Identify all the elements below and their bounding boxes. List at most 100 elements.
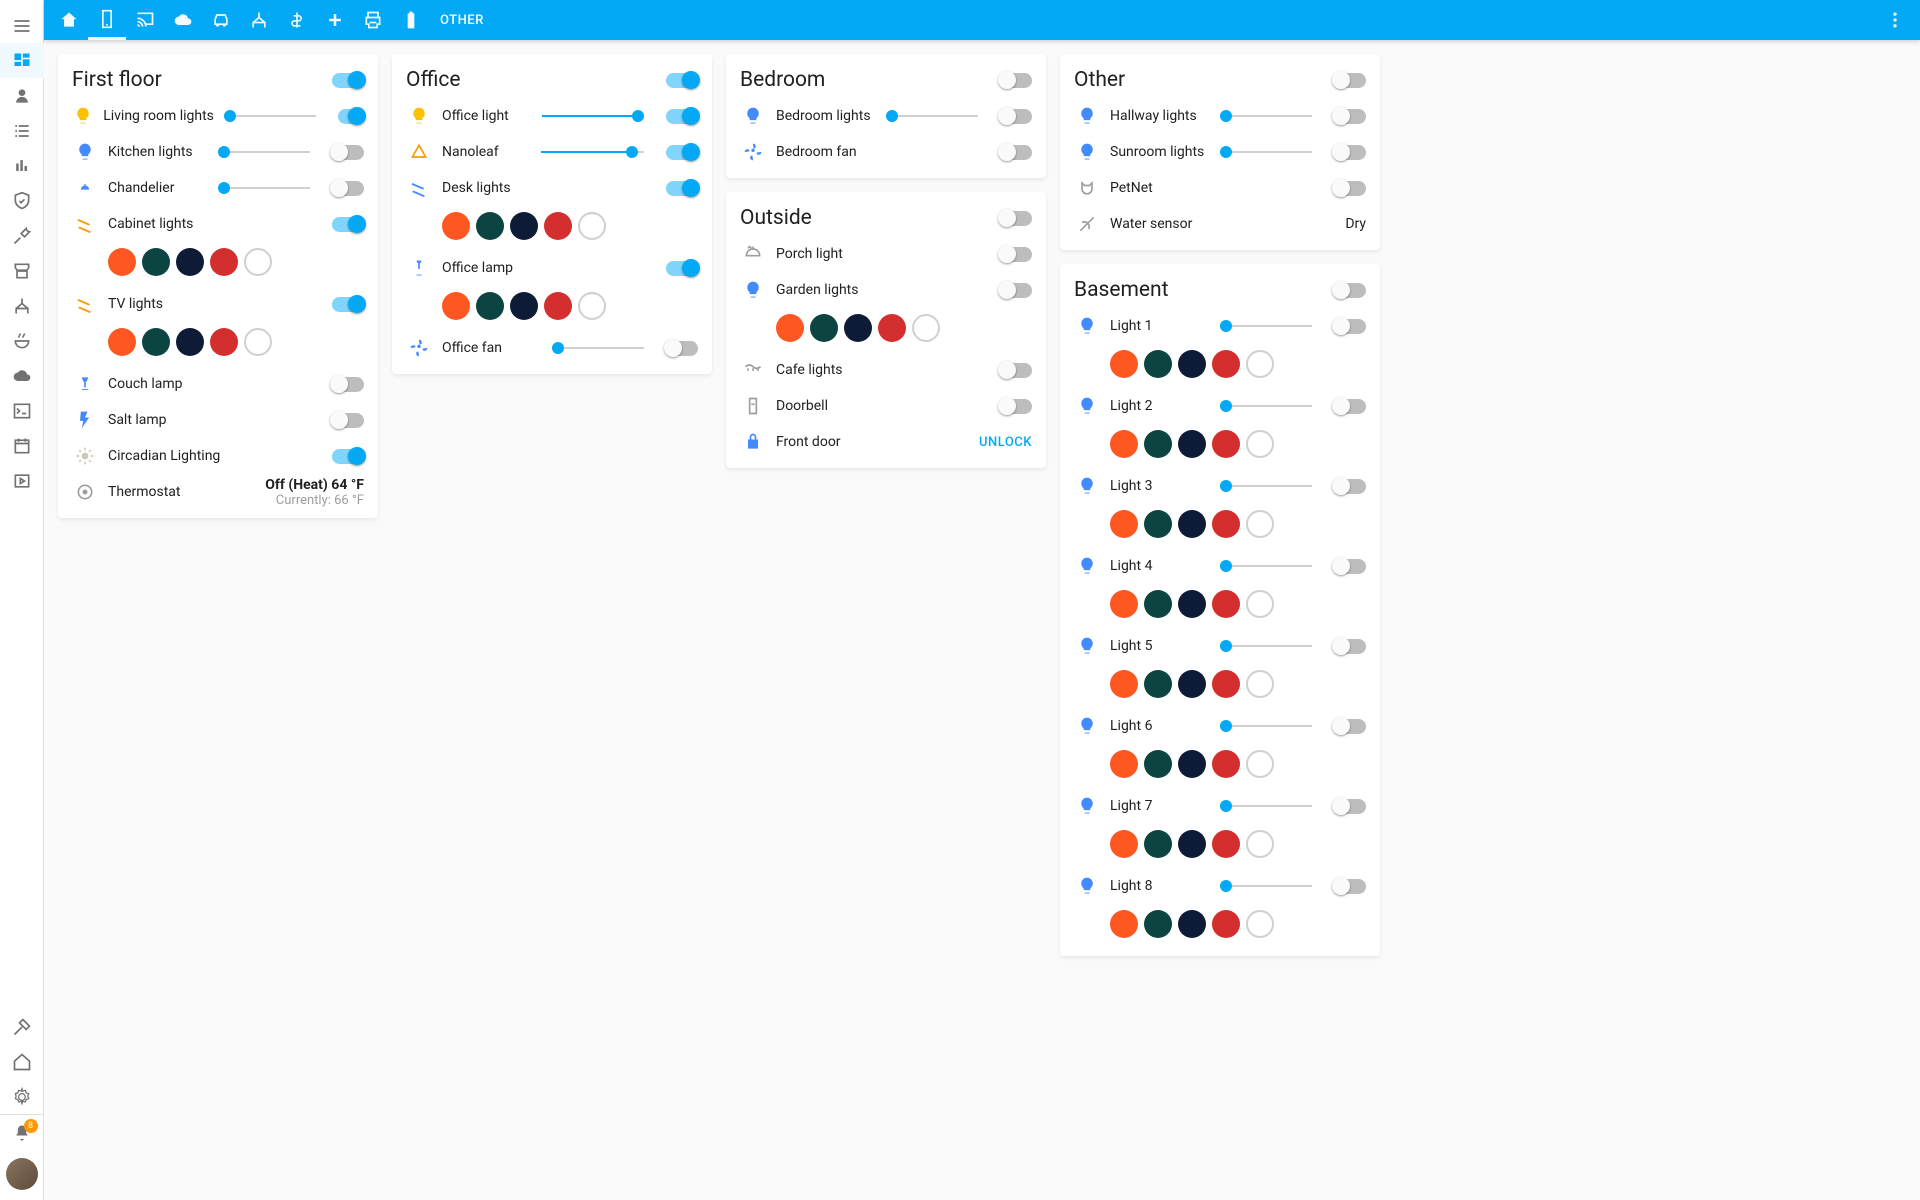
entity-toggle[interactable]	[1334, 479, 1366, 494]
entity-toggle[interactable]	[1334, 181, 1366, 196]
entity-label[interactable]: Light 2	[1110, 398, 1152, 414]
color-swatch[interactable]	[1144, 750, 1172, 778]
brightness-slider[interactable]	[886, 110, 978, 122]
brightness-slider[interactable]	[1220, 720, 1312, 732]
brightness-slider[interactable]	[1220, 146, 1312, 158]
entity-label[interactable]: Desk lights	[442, 180, 511, 196]
entity-toggle[interactable]	[1000, 399, 1032, 414]
color-swatch[interactable]	[776, 314, 804, 342]
color-swatch[interactable]	[476, 292, 504, 320]
user-avatar[interactable]	[6, 1158, 38, 1190]
entity-label[interactable]: Light 4	[1110, 558, 1152, 574]
color-swatch[interactable]	[1178, 670, 1206, 698]
color-swatch[interactable]	[1246, 350, 1274, 378]
color-swatch[interactable]	[176, 248, 204, 276]
entity-label[interactable]: Garden lights	[776, 282, 858, 298]
entity-toggle[interactable]	[1334, 319, 1366, 334]
brightness-slider[interactable]	[218, 182, 310, 194]
color-swatch[interactable]	[442, 212, 470, 240]
color-swatch[interactable]	[1246, 590, 1274, 618]
color-swatch[interactable]	[1144, 590, 1172, 618]
color-swatch[interactable]	[108, 328, 136, 356]
color-swatch[interactable]	[1212, 910, 1240, 938]
color-swatch[interactable]	[544, 292, 572, 320]
entity-toggle[interactable]	[1000, 109, 1032, 124]
entity-label[interactable]: Kitchen lights	[108, 144, 193, 160]
tab-other-label[interactable]: OTHER	[440, 13, 484, 28]
entity-label[interactable]: Cabinet lights	[108, 216, 193, 232]
color-swatch[interactable]	[844, 314, 872, 342]
rail-house-icon[interactable]	[0, 1044, 44, 1079]
color-swatch[interactable]	[108, 248, 136, 276]
color-swatch[interactable]	[878, 314, 906, 342]
color-swatch[interactable]	[176, 328, 204, 356]
entity-toggle[interactable]	[1000, 247, 1032, 262]
color-swatch[interactable]	[1110, 430, 1138, 458]
entity-label[interactable]: Light 8	[1110, 878, 1152, 894]
color-swatch[interactable]	[1144, 910, 1172, 938]
entity-label[interactable]: TV lights	[108, 296, 163, 312]
rail-bowl-icon[interactable]	[0, 323, 44, 358]
color-swatch[interactable]	[1246, 430, 1274, 458]
color-swatch[interactable]	[1144, 830, 1172, 858]
brightness-slider[interactable]	[1220, 400, 1312, 412]
tab-cast-icon[interactable]	[126, 0, 164, 40]
color-swatch[interactable]	[1178, 910, 1206, 938]
color-swatch[interactable]	[1212, 510, 1240, 538]
color-swatch[interactable]	[1110, 350, 1138, 378]
entity-toggle[interactable]	[666, 109, 698, 124]
rail-notifications-icon[interactable]: 8	[0, 1115, 44, 1150]
color-swatch[interactable]	[578, 212, 606, 240]
unlock-button[interactable]: UNLOCK	[979, 435, 1032, 450]
speed-slider[interactable]	[552, 342, 644, 354]
color-swatch[interactable]	[1178, 590, 1206, 618]
brightness-slider[interactable]	[224, 110, 316, 122]
tab-car-icon[interactable]	[202, 0, 240, 40]
entity-toggle[interactable]	[338, 109, 364, 124]
entity-label[interactable]: PetNet	[1110, 180, 1153, 196]
rail-dashboard-icon[interactable]	[0, 43, 44, 78]
brightness-slider[interactable]	[1220, 640, 1312, 652]
entity-toggle[interactable]	[666, 181, 698, 196]
color-swatch[interactable]	[244, 248, 272, 276]
brightness-slider[interactable]	[1220, 560, 1312, 572]
tab-cloud-icon[interactable]	[164, 0, 202, 40]
entity-toggle[interactable]	[1334, 879, 1366, 894]
color-swatch[interactable]	[142, 248, 170, 276]
rail-chart-icon[interactable]	[0, 148, 44, 183]
entity-label[interactable]: Office fan	[442, 340, 502, 356]
color-swatch[interactable]	[1212, 670, 1240, 698]
rail-hammer-icon[interactable]	[0, 1009, 44, 1044]
entity-label[interactable]: Bedroom fan	[776, 144, 857, 160]
color-swatch[interactable]	[142, 328, 170, 356]
color-swatch[interactable]	[210, 248, 238, 276]
color-swatch[interactable]	[578, 292, 606, 320]
brightness-slider[interactable]	[1220, 480, 1312, 492]
tab-money-icon[interactable]	[278, 0, 316, 40]
color-swatch[interactable]	[1178, 830, 1206, 858]
entity-label[interactable]: Light 6	[1110, 718, 1152, 734]
brightness-slider[interactable]	[1220, 110, 1312, 122]
color-swatch[interactable]	[510, 292, 538, 320]
entity-toggle[interactable]	[332, 181, 364, 196]
tab-add-icon[interactable]	[316, 0, 354, 40]
entity-label[interactable]: Hallway lights	[1110, 108, 1197, 124]
entity-label[interactable]: Sunroom lights	[1110, 144, 1204, 160]
color-swatch[interactable]	[476, 212, 504, 240]
entity-toggle[interactable]	[1334, 399, 1366, 414]
brightness-slider[interactable]	[1220, 320, 1312, 332]
entity-label[interactable]: Light 7	[1110, 798, 1152, 814]
entity-toggle[interactable]	[666, 261, 698, 276]
rail-list-icon[interactable]	[0, 113, 44, 148]
entity-toggle[interactable]	[1334, 109, 1366, 124]
entity-toggle[interactable]	[332, 377, 364, 392]
topbar-more-icon[interactable]	[1876, 0, 1914, 40]
color-swatch[interactable]	[1110, 910, 1138, 938]
office-toggle[interactable]	[666, 73, 698, 88]
color-swatch[interactable]	[544, 212, 572, 240]
brightness-slider[interactable]	[1220, 800, 1312, 812]
entity-toggle[interactable]	[332, 449, 364, 464]
color-swatch[interactable]	[1144, 510, 1172, 538]
rail-calendar-icon[interactable]	[0, 428, 44, 463]
color-swatch[interactable]	[1110, 510, 1138, 538]
